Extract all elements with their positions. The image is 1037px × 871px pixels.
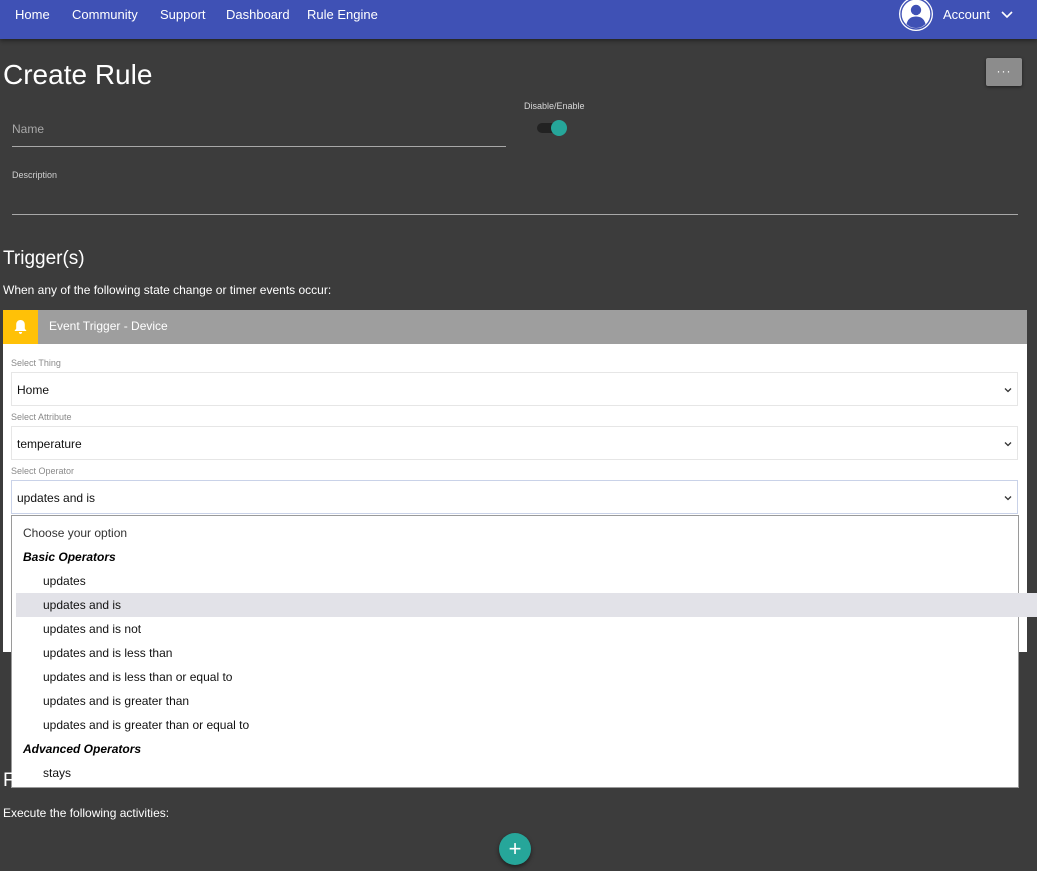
enable-toggle[interactable] <box>537 120 567 136</box>
trigger-title: Event Trigger - Device <box>49 319 168 333</box>
select-operator-value: updates and is <box>17 491 96 505</box>
toggle-label: Disable/Enable <box>524 101 585 111</box>
option-less-than[interactable]: updates and is less than <box>16 641 1037 665</box>
chevron-down-icon <box>1004 496 1012 501</box>
top-nav: Home Community Support Dashboard Rule En… <box>0 0 1037 39</box>
triggers-title: Trigger(s) <box>3 248 85 269</box>
page-title: Create Rule <box>3 59 153 90</box>
description-input[interactable] <box>12 185 1018 215</box>
select-attribute-value: temperature <box>17 437 82 451</box>
name-placeholder: Name <box>12 122 45 136</box>
chevron-down-icon <box>1004 388 1012 393</box>
bell-icon <box>3 310 38 344</box>
select-operator[interactable]: updates and is <box>11 480 1018 514</box>
account-menu-label[interactable]: Account <box>943 0 990 30</box>
select-attribute[interactable]: temperature <box>11 426 1018 460</box>
avatar-icon[interactable] <box>899 0 933 31</box>
nav-dashboard[interactable]: Dashboard <box>226 0 290 30</box>
select-thing-label: Select Thing <box>11 358 61 368</box>
option-updates-and-is-not[interactable]: updates and is not <box>16 617 1037 641</box>
chevron-down-icon[interactable] <box>1000 8 1014 22</box>
option-group-basic: Basic Operators <box>23 550 116 564</box>
description-label: Description <box>12 170 58 180</box>
more-options-button[interactable]: ··· <box>986 58 1022 86</box>
triggers-subtitle: When any of the following state change o… <box>3 283 332 297</box>
nav-community[interactable]: Community <box>72 0 138 30</box>
select-thing-value: Home <box>17 383 50 397</box>
select-thing[interactable]: Home <box>11 372 1018 406</box>
nav-rule-engine[interactable]: Rule Engine <box>307 0 378 30</box>
trigger-header: Event Trigger - Device <box>3 310 1027 344</box>
option-group-advanced: Advanced Operators <box>23 742 142 756</box>
option-stays[interactable]: stays <box>16 761 1037 785</box>
toggle-knob <box>551 120 567 136</box>
select-operator-label: Select Operator <box>11 466 75 476</box>
actions-subtitle: Execute the following activities: <box>3 806 170 820</box>
option-updates[interactable]: updates <box>16 569 1037 593</box>
actions-title: F <box>3 770 15 791</box>
select-attribute-label: Select Attribute <box>11 412 72 422</box>
operator-dropdown-list: Choose your option Basic Operators updat… <box>11 515 1037 788</box>
option-updates-and-is[interactable]: updates and is <box>16 593 1037 617</box>
chevron-down-icon <box>1004 442 1012 447</box>
option-less-than-or-equal[interactable]: updates and is less than or equal to <box>16 665 1037 689</box>
nav-support[interactable]: Support <box>160 0 206 30</box>
nav-home[interactable]: Home <box>15 0 50 30</box>
option-greater-than[interactable]: updates and is greater than <box>16 689 1037 713</box>
name-input[interactable]: Name <box>12 116 506 147</box>
add-action-button[interactable]: + <box>499 833 531 865</box>
dropdown-prompt[interactable]: Choose your option <box>16 521 1021 545</box>
option-greater-than-or-equal[interactable]: updates and is greater than or equal to <box>16 713 1037 737</box>
